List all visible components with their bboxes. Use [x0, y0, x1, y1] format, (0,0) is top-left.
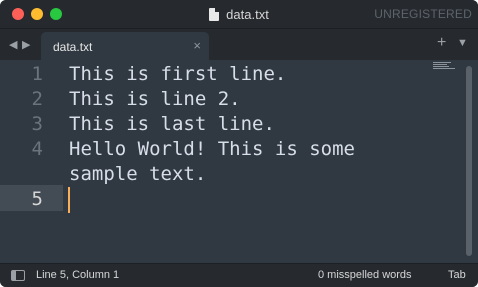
code-line: This is line 2.: [69, 88, 241, 110]
minimize-window-button[interactable]: [31, 8, 43, 20]
code-line: Hello World! This is some: [69, 138, 355, 160]
tab-nav-left-icon[interactable]: ◀: [9, 38, 17, 51]
tab-bar: ◀ ▶ data.txt × + ▼: [0, 29, 478, 60]
maximize-window-button[interactable]: [50, 8, 62, 20]
license-status: UNREGISTERED: [374, 7, 472, 21]
tab-menu-icon[interactable]: ▼: [457, 37, 468, 49]
line-number-active: 5: [31, 188, 43, 210]
cursor-position[interactable]: Line 5, Column 1: [36, 269, 119, 281]
line-number: 4: [31, 138, 43, 160]
editor-window: data.txt UNREGISTERED ◀ ▶ data.txt × + ▼…: [0, 0, 478, 287]
toggle-panel-icon[interactable]: [11, 270, 25, 281]
code-line-wrapped: sample text.: [69, 163, 207, 185]
tab-data-txt[interactable]: data.txt ×: [41, 32, 209, 60]
tab-label: data.txt: [53, 40, 93, 54]
vertical-scrollbar[interactable]: [466, 66, 472, 256]
spellcheck-status[interactable]: 0 misspelled words: [318, 269, 412, 281]
new-tab-icon[interactable]: +: [437, 34, 446, 52]
minimap[interactable]: [433, 62, 457, 72]
tab-nav-right-icon[interactable]: ▶: [22, 38, 30, 51]
line-number: 2: [31, 88, 43, 110]
status-bar: Line 5, Column 1 0 misspelled words Tab: [0, 263, 478, 287]
code-line: This is last line.: [69, 113, 275, 135]
tab-close-icon[interactable]: ×: [193, 38, 201, 53]
indentation-setting[interactable]: Tab: [448, 269, 466, 281]
text-editor[interactable]: 1 2 3 4 5 This is first line. This is li…: [0, 60, 478, 263]
window-title: data.txt: [226, 6, 269, 22]
title-bar: data.txt UNREGISTERED: [0, 0, 478, 29]
document-icon: [209, 7, 220, 21]
line-number: 1: [31, 63, 43, 85]
line-number: 3: [31, 113, 43, 135]
close-window-button[interactable]: [12, 8, 24, 20]
text-caret: [68, 187, 70, 213]
code-line: This is first line.: [69, 63, 287, 85]
